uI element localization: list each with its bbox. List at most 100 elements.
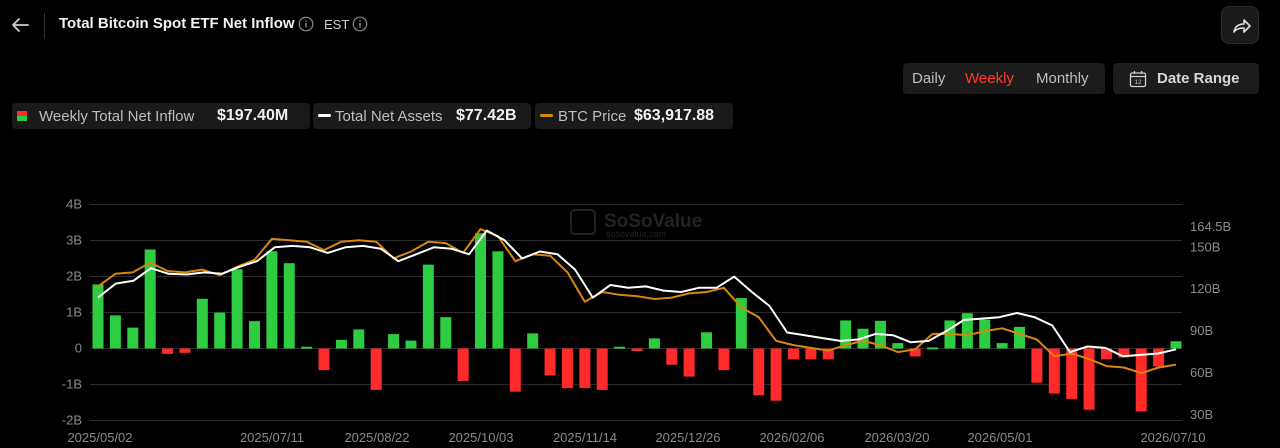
inflow-bar xyxy=(179,348,191,353)
price-line-swatch-icon xyxy=(540,114,553,117)
right-axis-tick: 164.5B xyxy=(1190,219,1231,234)
inflow-bar xyxy=(666,348,678,365)
left-axis-tick: 0 xyxy=(75,341,82,356)
x-axis-tick: 2025/07/11 xyxy=(240,430,304,445)
inflow-bar xyxy=(527,333,539,349)
right-axis-tick: 30B xyxy=(1190,407,1213,422)
inflow-bar xyxy=(492,251,504,349)
right-axis-tick: 60B xyxy=(1190,365,1213,380)
inflow-bar xyxy=(214,312,226,349)
inflow-bar xyxy=(718,348,730,371)
inflow-bar xyxy=(1153,348,1165,367)
inflow-bar xyxy=(266,251,278,349)
x-axis-tick: 2025/08/22 xyxy=(344,430,409,445)
left-axis-tick: 2B xyxy=(66,269,82,284)
left-axis-labels: -2B -1B 0 1B 2B 3B 4B xyxy=(62,197,82,428)
inflow-bar xyxy=(753,348,765,396)
inflow-bar xyxy=(440,317,452,349)
back-arrow-icon[interactable] xyxy=(8,12,34,38)
inflow-bar xyxy=(892,343,904,349)
top-bar: Total Bitcoin Spot ETF Net Inflow EST xyxy=(0,0,1280,52)
inflow-bar xyxy=(353,329,365,349)
timezone-info-icon[interactable] xyxy=(352,16,368,32)
inflow-bar xyxy=(196,298,208,349)
page-title: Total Bitcoin Spot ETF Net Inflow xyxy=(59,15,295,32)
inflow-bar xyxy=(283,263,295,349)
left-axis-tick: -1B xyxy=(62,377,82,392)
divider xyxy=(44,13,45,39)
left-axis-tick: 3B xyxy=(66,233,82,248)
inflow-bar xyxy=(1170,341,1182,349)
tab-weekly[interactable]: Weekly xyxy=(965,70,1014,87)
x-axis-tick: 2026/05/01 xyxy=(967,430,1032,445)
inflow-bar xyxy=(301,346,313,349)
inflow-bar xyxy=(127,327,139,349)
inflow-bar xyxy=(388,334,400,349)
inflow-bar xyxy=(544,348,556,376)
legend-price-value: $63,917.88 xyxy=(634,107,715,124)
right-axis-tick: 120B xyxy=(1190,281,1220,296)
legend-price[interactable]: BTC Price $63,917.88 xyxy=(535,103,733,129)
assets-line-swatch-icon xyxy=(318,114,331,117)
left-axis-tick: 1B xyxy=(66,305,82,320)
etf-inflow-panel: Total Bitcoin Spot ETF Net Inflow EST Da… xyxy=(0,0,1280,448)
inflow-bar xyxy=(927,347,939,350)
inflow-bar xyxy=(475,233,487,349)
legend-assets-value: $77.42B xyxy=(456,107,517,124)
info-icon[interactable] xyxy=(298,16,314,32)
btc-price-line xyxy=(97,228,1177,375)
inflow-bar xyxy=(109,315,121,349)
x-axis-labels: 2025/05/02 2025/07/11 2025/08/22 2025/10/03… xyxy=(67,430,1205,445)
chart-lines xyxy=(97,228,1177,375)
inflow-swatch-icon xyxy=(17,111,27,121)
legend-inflow-value: $197.40M xyxy=(217,107,289,124)
legend-price-name: BTC Price xyxy=(558,108,627,125)
right-axis-tick: 90B xyxy=(1190,323,1213,338)
date-range-button[interactable]: 12 Date Range xyxy=(1113,63,1259,94)
period-selector: Daily Weekly Monthly xyxy=(903,63,1105,94)
x-axis-tick: 2025/05/02 xyxy=(67,430,132,445)
timezone-label: EST xyxy=(324,17,350,32)
tab-daily[interactable]: Daily xyxy=(912,70,945,87)
inflow-bar xyxy=(1135,348,1147,412)
inflow-bar xyxy=(787,348,799,360)
right-axis-tick: 150B xyxy=(1190,239,1220,254)
share-button[interactable] xyxy=(1221,6,1259,44)
calendar-icon: 12 xyxy=(1129,71,1147,88)
inflow-bar xyxy=(701,332,713,349)
left-axis-tick: 4B xyxy=(66,197,82,212)
x-axis-tick: 2026/03/20 xyxy=(864,430,929,445)
inflow-bar xyxy=(631,348,643,352)
inflow-bar xyxy=(405,340,417,349)
inflow-bar xyxy=(1066,348,1078,399)
watermark-url: sosovalue.com xyxy=(606,229,666,239)
inflow-bar xyxy=(231,269,243,349)
inflow-bar xyxy=(162,348,174,354)
inflow-bar xyxy=(579,348,591,389)
inflow-bar xyxy=(422,264,434,349)
inflow-bar xyxy=(770,348,782,401)
x-axis-tick: 2026/07/10 xyxy=(1140,430,1205,445)
inflow-bar xyxy=(561,348,573,389)
inflow-bar xyxy=(683,348,695,377)
watermark-logo-icon xyxy=(570,209,596,235)
inflow-bar xyxy=(1031,348,1043,383)
legend-assets[interactable]: Total Net Assets $77.42B xyxy=(313,103,531,129)
inflow-bar xyxy=(805,348,817,360)
share-arrow-icon xyxy=(1233,19,1251,33)
legend-assets-name: Total Net Assets xyxy=(335,108,443,125)
legend-inflow-name: Weekly Total Net Inflow xyxy=(39,108,195,125)
inflow-bar xyxy=(370,348,382,390)
inflow-bar xyxy=(318,348,330,371)
inflow-bar xyxy=(735,298,747,349)
watermark: SoSoValue sosovalue.com xyxy=(570,209,702,239)
inflow-bar xyxy=(335,339,347,349)
legend-inflow[interactable]: Weekly Total Net Inflow $197.40M xyxy=(12,103,310,129)
x-axis-tick: 2026/02/06 xyxy=(759,430,824,445)
inflow-chart: SoSoValue sosovalue.com -2B-1B01B2B3B4B … xyxy=(62,197,1231,446)
inflow-bar xyxy=(248,321,260,349)
tab-monthly[interactable]: Monthly xyxy=(1036,70,1089,87)
inflow-bar xyxy=(614,346,626,349)
inflow-bar xyxy=(509,348,521,392)
inflow-bar xyxy=(648,338,660,349)
